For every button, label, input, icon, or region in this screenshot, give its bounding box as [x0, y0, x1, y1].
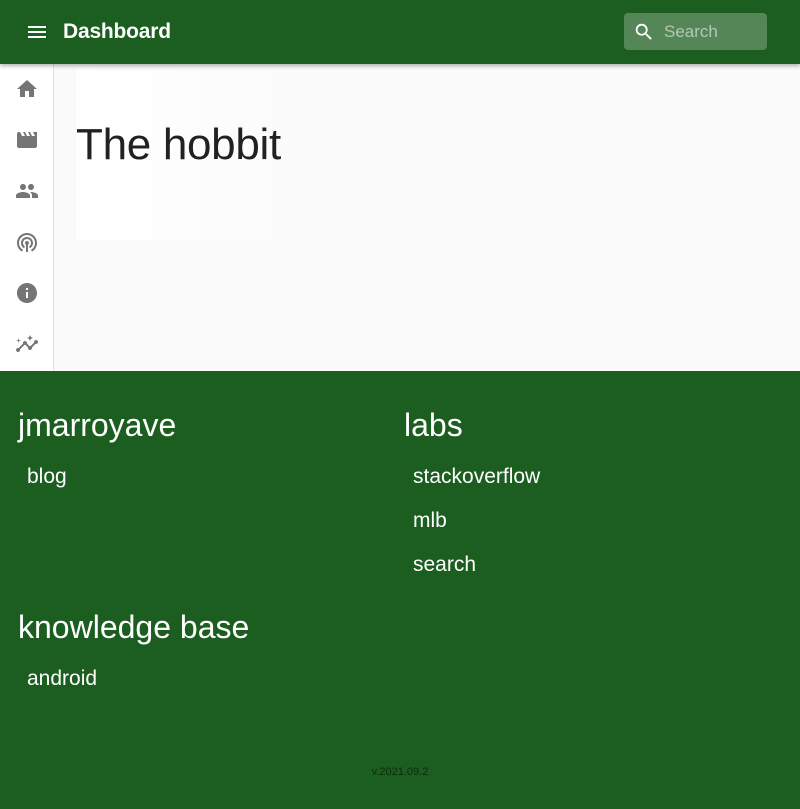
search-input[interactable]: [664, 13, 764, 50]
footer-heading-jmarroyave: jmarroyave: [18, 407, 177, 443]
version-label: v.2021.09.2: [371, 766, 429, 778]
app-title: Dashboard: [63, 20, 171, 43]
podcast-icon: [17, 233, 37, 252]
footer-link-blog[interactable]: blog: [27, 463, 67, 491]
home-icon: [17, 80, 37, 97]
footer-heading-labs: labs: [404, 407, 463, 443]
footer-heading-knowledge-base: knowledge base: [18, 609, 250, 645]
footer-link-stackoverflow[interactable]: stackoverflow: [413, 463, 540, 491]
app-bar: Dashboard: [0, 0, 800, 64]
sidebar-item-info[interactable]: [0, 268, 54, 318]
sidebar-item-movies[interactable]: [0, 115, 54, 165]
sidebar-item-people[interactable]: [0, 166, 54, 216]
info-icon: [17, 283, 37, 303]
sidebar-item-home[interactable]: [0, 64, 54, 114]
insights-icon: [16, 335, 38, 352]
page-title: The hobbit: [76, 120, 281, 169]
search-box[interactable]: [624, 13, 767, 50]
footer-link-android[interactable]: android: [27, 665, 97, 693]
main-content: The hobbit: [54, 64, 800, 371]
people-icon: [16, 184, 38, 198]
menu-icon[interactable]: [25, 20, 49, 44]
movie-icon: [17, 132, 37, 148]
sidebar-item-insights[interactable]: [0, 319, 54, 369]
footer-link-mlb[interactable]: mlb: [413, 507, 447, 535]
sidebar: [0, 64, 54, 371]
footer-link-search[interactable]: search: [413, 551, 476, 579]
footer: jmarroyave blog labs stackoverflow mlb s…: [0, 371, 800, 809]
search-icon: [633, 21, 655, 43]
sidebar-item-podcasts[interactable]: [0, 217, 54, 267]
